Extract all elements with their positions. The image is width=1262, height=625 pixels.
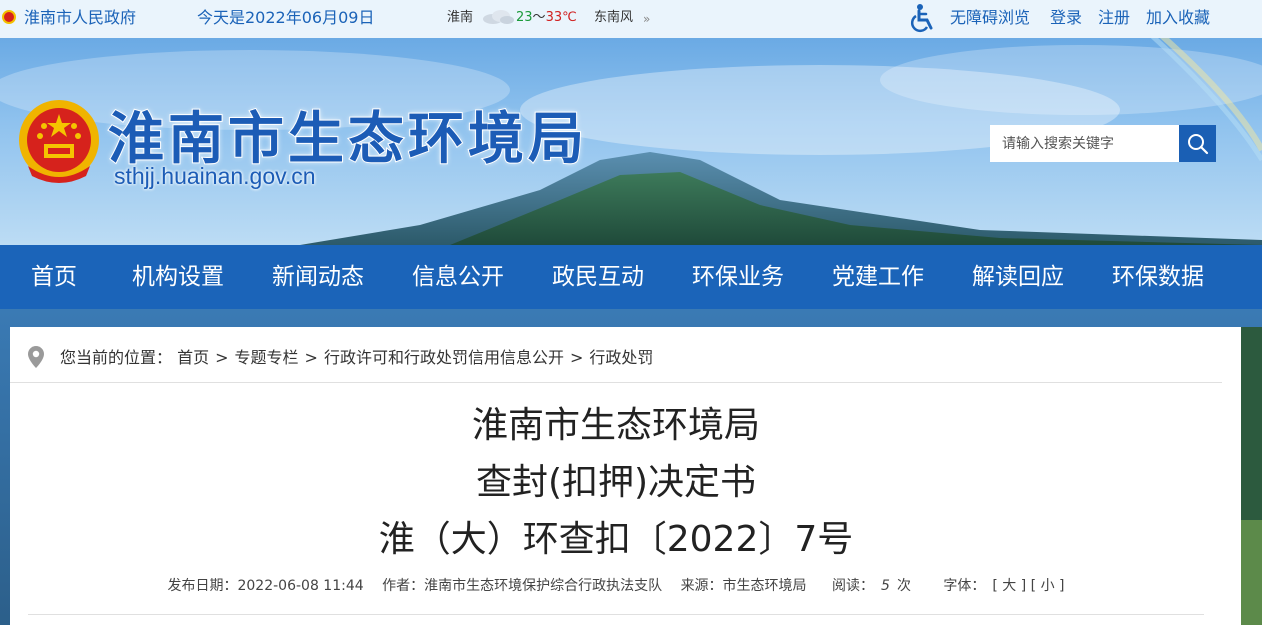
weather-temperature: 23～33℃: [516, 0, 577, 36]
accessibility-link[interactable]: 无障碍浏览: [950, 0, 1030, 36]
breadcrumb-administrative-penalty[interactable]: 行政处罚: [589, 348, 653, 367]
breadcrumb-separator: >: [304, 348, 318, 367]
search-icon: [1187, 133, 1208, 154]
font-small-button[interactable]: [ 小 ]: [1031, 578, 1065, 594]
gov-site-link[interactable]: 淮南市人民政府: [24, 0, 136, 36]
article-title-line-1: 淮南市生态环境局: [471, 405, 760, 446]
read-count-value: 5: [881, 578, 890, 594]
cloud-icon: [483, 10, 514, 24]
weather-more-icon[interactable]: »: [643, 1, 650, 37]
add-favorite-link[interactable]: 加入收藏: [1146, 0, 1210, 36]
publish-date: 发布日期：2022-06-08 11:44: [167, 578, 364, 594]
read-count-unit: 次: [896, 578, 911, 594]
breadcrumb-special-topics[interactable]: 专题专栏: [235, 348, 299, 367]
read-count-label: 阅读：: [832, 578, 875, 594]
register-link[interactable]: 注册: [1098, 0, 1130, 36]
main-nav: 首页 机构设置 新闻动态 信息公开 政民互动 环保业务 党建工作 解读回应 环保…: [0, 245, 1262, 309]
font-size-control: 字体： [ 大 ] [ 小 ]: [936, 578, 1064, 594]
nav-item-news[interactable]: 新闻动态: [248, 245, 388, 309]
breadcrumb-separator: >: [569, 348, 584, 367]
search-input[interactable]: [990, 125, 1179, 162]
nav-item-env-data[interactable]: 环保数据: [1088, 245, 1228, 309]
nav-item-interaction[interactable]: 政民互动: [528, 245, 668, 309]
nav-item-env-business[interactable]: 环保业务: [668, 245, 808, 309]
article-meta: 发布日期：2022-06-08 11:44 作者：淮南市生态环境保护综合行政执法…: [10, 575, 1222, 595]
temp-high: 33℃: [545, 10, 577, 25]
breadcrumb-separator: >: [215, 348, 229, 367]
meta-divider: [28, 614, 1204, 615]
nav-item-info-disclosure[interactable]: 信息公开: [388, 245, 528, 309]
breadcrumb-credit-info[interactable]: 行政许可和行政处罚信用信息公开: [324, 348, 564, 367]
site-url: sthjj.huainan.gov.cn: [114, 163, 316, 189]
weather-city: 淮南: [447, 10, 474, 25]
font-size-label: 字体：: [943, 578, 986, 594]
accessibility-icon[interactable]: [910, 3, 938, 33]
nav-item-interpretation[interactable]: 解读回应: [948, 245, 1088, 309]
location-pin-icon: [28, 346, 44, 368]
nav-item-home[interactable]: 首页: [0, 245, 108, 309]
nav-item-organization[interactable]: 机构设置: [108, 245, 248, 309]
search-box: [990, 125, 1216, 162]
source: 来源：市生态环境局: [680, 578, 807, 594]
article-panel: 您当前的位置： 首页 > 专题专栏 > 行政许可和行政处罚信用信息公开 > 行政处罚 淮南市…: [10, 327, 1241, 625]
article-title-line-3: 淮（大）环查扣〔2022〕7号: [378, 519, 854, 560]
search-button[interactable]: [1179, 125, 1216, 162]
login-link[interactable]: 登录: [1050, 0, 1082, 36]
article-title-line-2: 查封(扣押)决定书: [475, 462, 757, 503]
breadcrumb-home[interactable]: 首页: [177, 348, 209, 367]
weather-wind: 东南风: [594, 10, 634, 25]
national-emblem-icon: [19, 100, 99, 183]
read-count: 阅读： 5 次: [825, 578, 918, 594]
nav-item-party-building[interactable]: 党建工作: [808, 245, 948, 309]
font-large-button[interactable]: [ 大 ]: [992, 578, 1026, 594]
date-text: 今天是2022年06月09日: [197, 8, 375, 27]
breadcrumb-prefix: 您当前的位置：: [60, 348, 173, 367]
gov-emblem-icon: [2, 10, 16, 24]
temp-separator: ～: [532, 10, 546, 25]
article-title: 淮南市生态环境局 查封(扣押)决定书 淮（大）环查扣〔2022〕7号: [10, 397, 1222, 568]
temp-low: 23: [516, 10, 533, 25]
breadcrumb: 您当前的位置： 首页 > 专题专栏 > 行政许可和行政处罚信用信息公开 > 行政处罚: [10, 327, 1222, 383]
author: 作者：淮南市生态环境保护综合行政执法支队: [382, 578, 663, 594]
top-bar: 淮南市人民政府 今天是2022年06月09日 淮南 23～33℃ 东南风 » 无…: [0, 0, 1262, 38]
